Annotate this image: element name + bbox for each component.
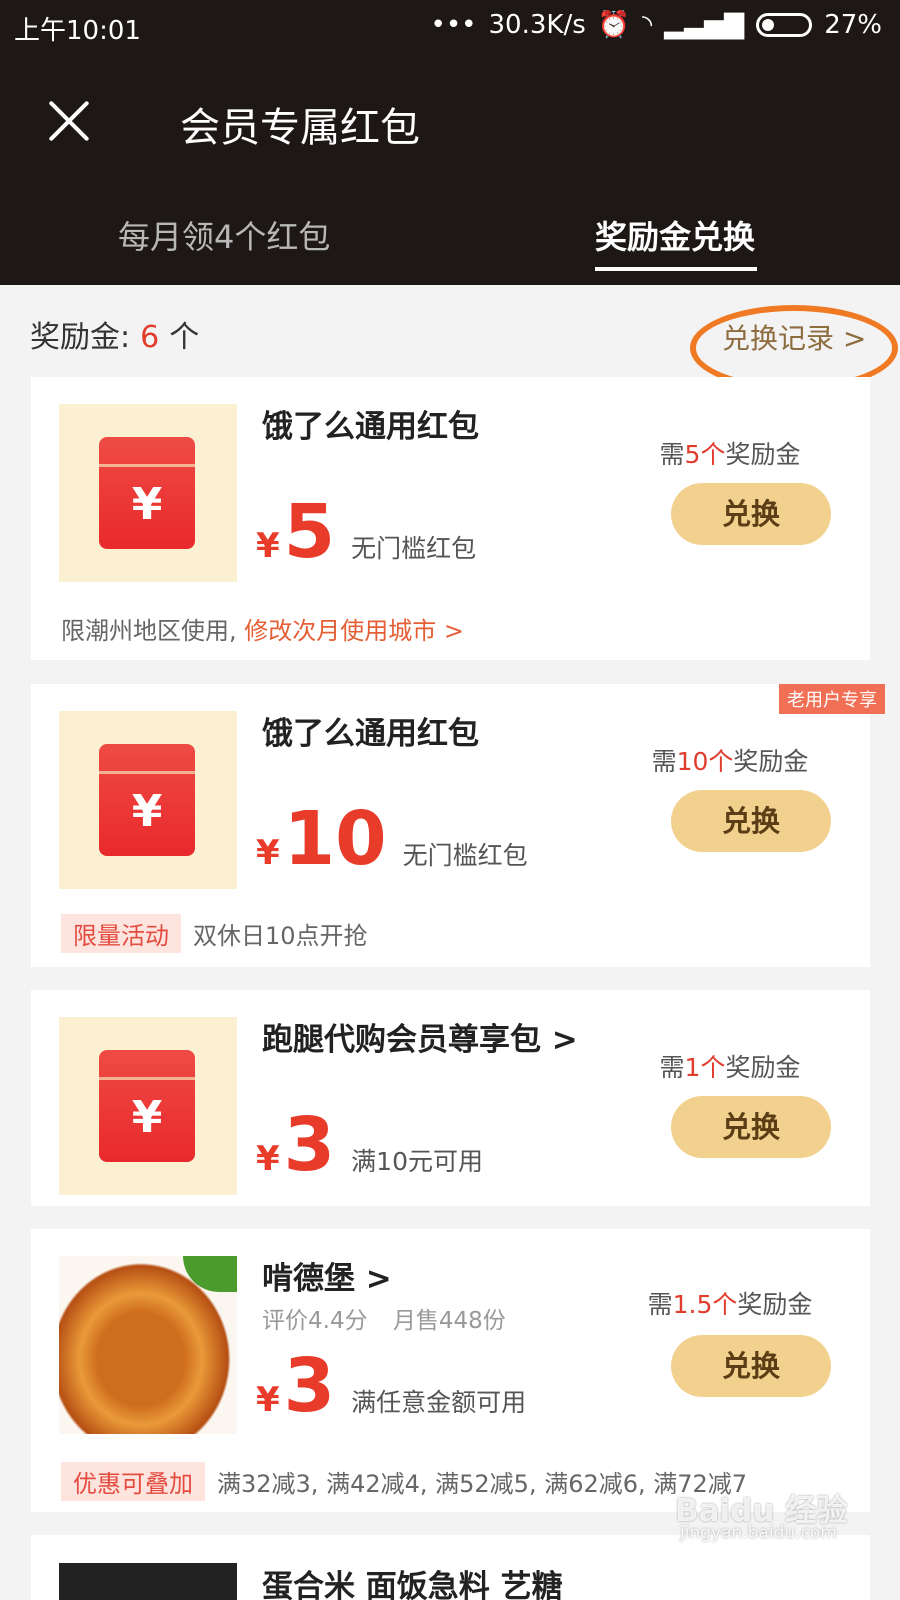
status-bar: 上午10:01 ••• 30.3K/s ⏰ ◝ ▂▃▅▇ 27%	[0, 0, 900, 52]
partial-product-card: 蛋合米 面饭急料 艺糖	[31, 1535, 870, 1600]
red-packet-card: 老用户专享 ¥ 饿了么通用红包 ¥ 10 无门槛红包 需10个奖励金 兑换 限量…	[31, 684, 885, 967]
discount-thresholds: 满32减3, 满42减4, 满52减5, 满62减6, 满72减7	[217, 1470, 748, 1498]
tab-bonus-exchange[interactable]: 奖励金兑换	[595, 212, 755, 258]
red-packet-card: ¥ 饿了么通用红包 ¥ 5 无门槛红包 需5个奖励金 兑换 限潮州地区使用, 修…	[31, 377, 870, 660]
old-user-badge: 老用户专享	[779, 684, 885, 714]
need-prefix: 需	[647, 1290, 673, 1319]
packet-name: 饿了么通用红包	[262, 716, 479, 752]
currency-symbol: ¥	[256, 1139, 280, 1179]
exchange-record-label: 兑换记录	[722, 322, 835, 355]
yen-icon: ¥	[131, 786, 163, 837]
exchange-record-link[interactable]: 兑换记录 >	[722, 317, 866, 357]
garnish-image	[183, 1256, 237, 1292]
need-suffix: 奖励金	[725, 1053, 801, 1082]
restaurant-coupon-card: 啃德堡 > 评价4.4分 月售448份 ¥ 3 满任意金额可用 需1.5个奖励金…	[31, 1229, 870, 1512]
required-bonus: 需1个奖励金	[620, 1048, 840, 1084]
need-count: 1个	[684, 1053, 726, 1082]
packet-amount: 5	[283, 489, 336, 575]
coupon-condition: 满任意金额可用	[351, 1388, 527, 1417]
currency-symbol: ¥	[256, 833, 280, 873]
packet-amount: 3	[283, 1102, 336, 1188]
activity-info: 限量活动 双休日10点开抢	[61, 914, 368, 953]
top-header: 上午10:01 ••• 30.3K/s ⏰ ◝ ▂▃▅▇ 27% 会员专属红包 …	[0, 0, 900, 285]
tab-monthly-red-packets[interactable]: 每月领4个红包	[118, 212, 330, 258]
need-suffix: 奖励金	[737, 1290, 813, 1319]
packet-condition: 满10元可用	[351, 1147, 483, 1176]
need-prefix: 需	[659, 440, 685, 469]
stackable-tag: 优惠可叠加	[61, 1462, 205, 1501]
restaurant-name-link[interactable]: 啃德堡 >	[262, 1253, 392, 1298]
packet-price: ¥ 10 无门槛红包	[256, 802, 528, 876]
stackable-discounts: 优惠可叠加 满32减3, 满42减4, 满52减5, 满62减6, 满72减7	[61, 1462, 747, 1501]
bonus-summary: 奖励金: 6 个	[30, 312, 199, 356]
yen-icon: ¥	[131, 1092, 163, 1143]
need-prefix: 需	[651, 747, 677, 776]
currency-symbol: ¥	[256, 526, 280, 566]
city-limit-text: 限潮州地区使用, 修改次月使用城市 >	[61, 611, 464, 646]
battery-icon	[756, 13, 813, 37]
packet-price: ¥ 5 无门槛红包	[256, 495, 476, 569]
exchange-button[interactable]: 兑换	[671, 1335, 831, 1397]
active-tab-indicator	[595, 267, 757, 271]
network-speed: 30.3K/s	[488, 10, 586, 40]
exchange-button[interactable]: 兑换	[671, 483, 831, 545]
packet-name: 饿了么通用红包	[262, 409, 479, 445]
need-prefix: 需	[659, 1053, 685, 1082]
need-count: 1.5个	[672, 1290, 738, 1319]
status-right: ••• 30.3K/s ⏰ ◝ ▂▃▅▇ 27%	[431, 10, 883, 40]
packet-name-link[interactable]: 跑腿代购会员尊享包 >	[262, 1014, 578, 1059]
yen-icon: ¥	[131, 479, 163, 530]
packet-amount: 10	[283, 796, 387, 882]
required-bonus: 需5个奖励金	[620, 435, 840, 471]
packet-price: ¥ 3 满10元可用	[256, 1108, 483, 1182]
red-envelope-icon: ¥	[99, 437, 195, 549]
red-envelope-icon: ¥	[99, 1050, 195, 1162]
required-bonus: 需1.5个奖励金	[620, 1285, 840, 1321]
exchange-button[interactable]: 兑换	[671, 790, 831, 852]
packet-condition: 无门槛红包	[351, 534, 477, 563]
alarm-icon: ⏰	[597, 10, 631, 40]
bonus-count: 6	[140, 320, 160, 355]
need-suffix: 奖励金	[725, 440, 801, 469]
modify-city-link[interactable]: 修改次月使用城市 >	[244, 617, 464, 645]
coupon-price: ¥ 3 满任意金额可用	[256, 1349, 526, 1423]
restaurant-rating-sales: 评价4.4分 月售448份	[262, 1308, 506, 1334]
need-count: 10个	[676, 747, 734, 776]
baidu-watermark-url: jingyan.baidu.com	[680, 1523, 837, 1543]
status-time: 上午10:01	[14, 16, 141, 46]
red-packet-image: ¥	[59, 1017, 237, 1195]
currency-symbol: ¥	[256, 1380, 280, 1420]
exchange-button[interactable]: 兑换	[671, 1096, 831, 1158]
bonus-unit: 个	[169, 320, 200, 355]
activity-time: 双休日10点开抢	[193, 922, 368, 950]
red-envelope-icon: ¥	[99, 744, 195, 856]
roast-chicken-image	[59, 1256, 237, 1434]
wifi-icon: ◝	[642, 10, 653, 40]
required-bonus: 需10个奖励金	[620, 742, 840, 778]
close-icon[interactable]	[46, 98, 92, 144]
page-title: 会员专属红包	[180, 105, 420, 151]
battery-percent: 27%	[824, 10, 882, 40]
packet-condition: 无门槛红包	[402, 841, 528, 870]
partial-thumbnail	[59, 1563, 237, 1600]
need-count: 5个	[684, 440, 726, 469]
partial-product-name: 蛋合米 面饭急料 艺糖	[262, 1569, 563, 1600]
more-dots-icon: •••	[430, 10, 477, 40]
red-packet-image: ¥	[59, 711, 237, 889]
chevron-right-icon: >	[842, 322, 867, 355]
red-packet-card: ¥ 跑腿代购会员尊享包 > ¥ 3 满10元可用 需1个奖励金 兑换	[31, 990, 870, 1206]
need-suffix: 奖励金	[733, 747, 809, 776]
coupon-amount: 3	[283, 1343, 336, 1429]
city-limit: 限潮州地区使用,	[61, 617, 237, 645]
limited-activity-tag: 限量活动	[61, 914, 181, 953]
bonus-label: 奖励金:	[30, 320, 131, 355]
signal-icon: ▂▃▅▇	[664, 10, 745, 40]
red-packet-image: ¥	[59, 404, 237, 582]
